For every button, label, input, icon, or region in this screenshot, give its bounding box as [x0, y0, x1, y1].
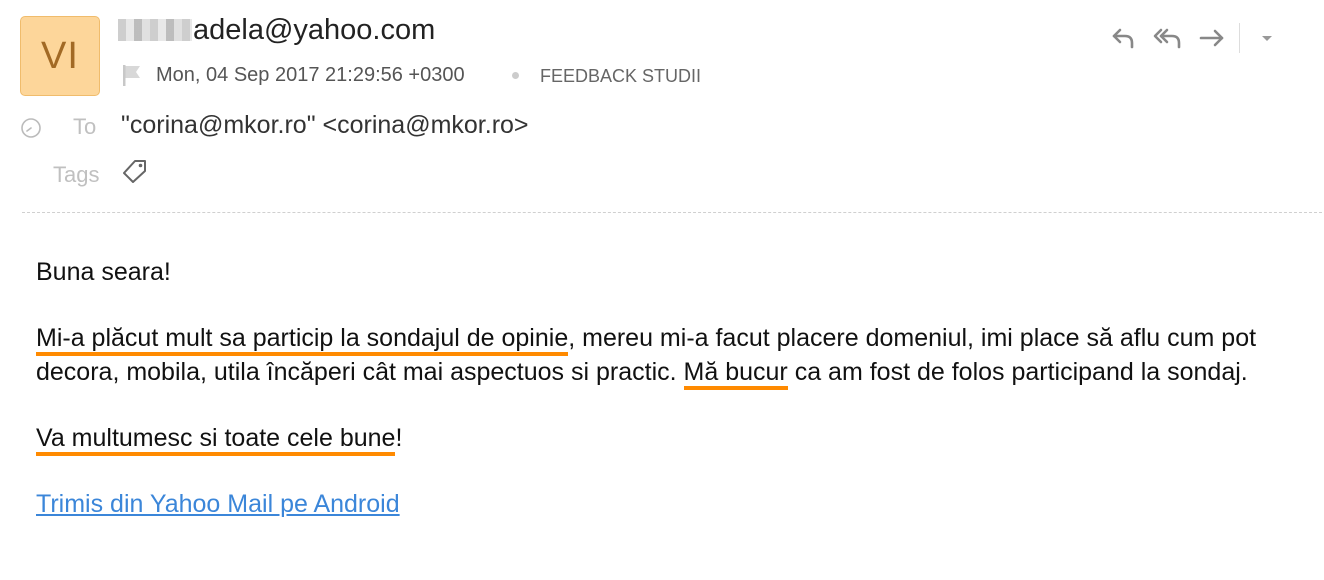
- reply-button[interactable]: [1107, 21, 1141, 55]
- forward-button[interactable]: [1195, 21, 1229, 55]
- signature-link[interactable]: Trimis din Yahoo Mail pe Android: [36, 490, 400, 518]
- message-date: Mon, 04 Sep 2017 21:29:56 +0300: [156, 64, 465, 86]
- flag-icon[interactable]: [121, 63, 143, 87]
- sender-address-text: adela@yahoo.com: [193, 14, 436, 46]
- reply-icon: [1112, 28, 1134, 49]
- highlighted-text: Mă bucur: [683, 358, 788, 390]
- folder-label[interactable]: FEEDBACK STUDII: [540, 66, 701, 87]
- signature: Trimis din Yahoo Mail pe Android: [36, 487, 1306, 521]
- redacted-sender-part: [118, 19, 192, 41]
- reply-all-icon: [1153, 28, 1181, 49]
- header-divider: [22, 212, 1322, 213]
- tags-label: Tags: [53, 162, 100, 187]
- reply-all-button[interactable]: [1151, 21, 1185, 55]
- to-label: To: [73, 114, 97, 139]
- tag-icon[interactable]: [121, 158, 149, 184]
- clock-icon[interactable]: [20, 117, 42, 139]
- actions-separator: [1239, 23, 1240, 53]
- sender-avatar: VI: [20, 16, 100, 96]
- recipient-address[interactable]: "corina@mkor.ro" <corina@mkor.ro>: [121, 111, 529, 140]
- separator-dot: [512, 72, 519, 79]
- body-text: ca am fost de folos participand la sonda…: [787, 358, 1248, 386]
- forward-icon: [1199, 29, 1224, 47]
- more-actions-button[interactable]: [1250, 21, 1284, 55]
- sender-address[interactable]: adela@yahoo.com: [118, 14, 435, 47]
- body-text: !: [395, 424, 403, 452]
- highlighted-text: Va multumesc si toate cele bune: [36, 424, 396, 456]
- body-paragraph-2: Va multumesc si toate cele bune!: [36, 421, 1306, 456]
- chevron-down-icon: [1262, 36, 1272, 41]
- body-paragraph-1: Mi-a plăcut mult sa particip la sondajul…: [36, 321, 1306, 390]
- highlighted-text: Mi-a plăcut mult sa particip la sondajul…: [36, 324, 569, 356]
- greeting: Buna seara!: [36, 258, 171, 286]
- message-body: Buna seara! Mi-a plăcut mult sa particip…: [36, 255, 1306, 553]
- message-actions: [1097, 20, 1284, 56]
